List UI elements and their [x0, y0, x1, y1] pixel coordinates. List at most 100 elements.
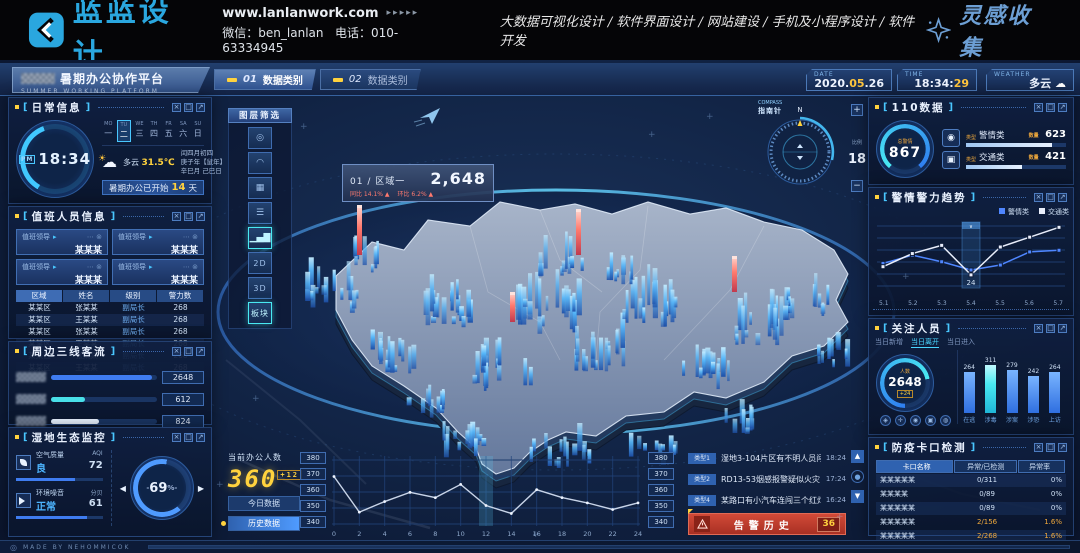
view-2d-button[interactable]: 2D — [248, 252, 272, 274]
checkpoint-detected: 0/89 — [955, 502, 1019, 515]
window-icon[interactable]: □ — [1046, 443, 1055, 452]
flow-fill — [51, 419, 99, 424]
today-data-button[interactable]: 今日数据 — [228, 496, 300, 511]
close-icon[interactable]: × — [1034, 324, 1043, 333]
svg-text:10: 10 — [457, 530, 465, 538]
history-data-button[interactable]: 历史数据 — [228, 516, 300, 531]
inspiration-collect[interactable]: 灵感收集 — [926, 0, 1052, 62]
expand-icon[interactable]: ↗ — [196, 347, 205, 356]
mini-icon[interactable]: ◉ — [910, 415, 921, 426]
close-icon[interactable]: × — [172, 433, 181, 442]
expand-icon[interactable]: ↗ — [1058, 193, 1067, 202]
window-icon[interactable]: □ — [1046, 103, 1055, 112]
window-icon[interactable]: □ — [1046, 324, 1055, 333]
checkpoint-header-cell: 异常/已检测 — [954, 460, 1017, 473]
persons-tab-1[interactable]: 当日新增 — [875, 337, 903, 348]
y-tick-box: 370 — [648, 468, 674, 480]
gauge-right-arrow[interactable]: ▶ — [198, 484, 204, 493]
expand-icon[interactable]: ↗ — [1058, 324, 1067, 333]
tab-01[interactable]: 01数据类别 — [214, 69, 316, 90]
window-icon[interactable]: □ — [1046, 193, 1055, 202]
duty-role: 值班领导▸⋯ ⊗ — [22, 232, 102, 242]
window-icon[interactable]: □ — [184, 103, 193, 112]
svg-text:12: 12 — [482, 530, 490, 538]
duty-header-cell: 区域 — [16, 290, 62, 302]
flow-value: 824 — [162, 415, 204, 428]
expand-icon[interactable]: ↗ — [1058, 443, 1067, 452]
gauge-left-arrow[interactable]: ◀ — [120, 484, 126, 493]
duty-name: 某某某 — [118, 273, 198, 286]
close-icon[interactable]: × — [172, 103, 181, 112]
weekday-SU[interactable]: SU日 — [191, 120, 204, 142]
office-stats: 当前办公人数 360+12 今日数据历史数据 — [228, 452, 302, 531]
weather-cloud-icon: ☀☁ — [102, 155, 117, 170]
duty-card[interactable]: 值班领导▸⋯ ⊗某某某 — [112, 259, 204, 285]
checkpoint-rate: 1.6% — [1019, 516, 1066, 529]
tab-02[interactable]: 02数据类别 — [320, 69, 421, 90]
bar — [1049, 372, 1060, 413]
panel-title: 防疫卡口检测 — [892, 440, 967, 455]
camera-layer-button[interactable]: ◎ — [248, 127, 272, 149]
zoom-out-button[interactable]: − — [851, 180, 863, 192]
expand-icon[interactable]: ↗ — [196, 212, 205, 221]
svg-text:N: N — [797, 106, 802, 114]
duty-card[interactable]: 值班领导▸⋯ ⊗某某某 — [16, 229, 108, 255]
weekday-TU[interactable]: TU二 — [117, 120, 132, 142]
weekday-TH[interactable]: TH四 — [148, 120, 161, 142]
office-count-value: 360+12 — [228, 463, 302, 491]
site-url[interactable]: www.lanlanwork.com — [222, 6, 378, 21]
weekday-WE[interactable]: WE三 — [133, 120, 146, 142]
weekday-MO[interactable]: MO一 — [102, 120, 115, 142]
close-icon[interactable]: × — [1034, 193, 1043, 202]
duty-card[interactable]: 值班领导▸⋯ ⊗某某某 — [16, 259, 108, 285]
zoom-in-button[interactable]: + — [851, 104, 863, 116]
office-count-label: 当前办公人数 — [228, 452, 302, 463]
weekday-FR[interactable]: FR五 — [162, 120, 175, 142]
tab-marker-icon — [227, 78, 237, 82]
persons-tab-3[interactable]: 当日进入 — [947, 337, 975, 348]
signal-layer-button[interactable]: ◠ — [248, 152, 272, 174]
close-icon[interactable]: × — [172, 347, 181, 356]
window-icon[interactable]: □ — [184, 347, 193, 356]
barchart-layer-button[interactable]: ▁▄▇ — [248, 227, 272, 249]
close-icon[interactable]: × — [1034, 443, 1043, 452]
weekday-cn: 五 — [162, 128, 175, 139]
data-mode-buttons: 今日数据历史数据 — [228, 496, 302, 531]
duty-cell: 张某某 — [63, 302, 110, 314]
alert-row[interactable]: 类型4某路口有小汽车连闯三个红灯16:24 — [688, 492, 846, 508]
grid-layer-button[interactable]: ▦ — [248, 177, 272, 199]
scroll-dot-icon[interactable]: ● — [851, 470, 864, 483]
trend-x-axis: 5.15.25.35.45.55.65.7 — [869, 300, 1073, 307]
panel-title: 湿地生态监控 — [32, 430, 107, 445]
alarm-history-label: 告警历史 — [710, 517, 817, 532]
alert-row[interactable]: 类型2RD13-53烟感报警疑似火灾17:24 — [688, 471, 846, 487]
duty-card[interactable]: 值班领导▸⋯ ⊗某某某 — [112, 229, 204, 255]
scroll-down-icon[interactable]: ▼ — [851, 490, 864, 503]
mini-icon[interactable]: ◍ — [940, 415, 951, 426]
checkpoint-detected: 2/156 — [955, 516, 1019, 529]
expand-icon[interactable]: ↗ — [196, 433, 205, 442]
y-tick-box: 380 — [648, 452, 674, 464]
alert-tag: 类型2 — [688, 474, 716, 485]
window-icon[interactable]: □ — [184, 433, 193, 442]
close-icon[interactable]: × — [172, 212, 181, 221]
window-icon[interactable]: □ — [184, 212, 193, 221]
expand-icon[interactable]: ↗ — [196, 103, 205, 112]
y-tick-box: 350 — [300, 500, 326, 512]
weekday-SA[interactable]: SA六 — [177, 120, 190, 142]
mini-icon[interactable]: ◈ — [880, 415, 891, 426]
trend-x-tick: 5.1 — [879, 300, 889, 307]
list-layer-button[interactable]: ☰ — [248, 202, 272, 224]
close-icon[interactable]: × — [1034, 103, 1043, 112]
legend-警情类[interactable]: 警情类 — [999, 207, 1029, 217]
mini-icon[interactable]: ▣ — [925, 415, 936, 426]
scroll-up-icon[interactable]: ▲ — [851, 450, 864, 463]
alarm-history-banner[interactable]: 告警历史 36 — [688, 513, 846, 535]
expand-icon[interactable]: ↗ — [1058, 103, 1067, 112]
persons-tab-2[interactable]: 当日离开 — [911, 337, 939, 348]
legend-交通类[interactable]: 交通类 — [1039, 207, 1069, 217]
blocks-layer-button[interactable]: 板块 — [248, 302, 272, 324]
alert-row[interactable]: 类型1湿地3-104片区有不明人员闯入18:24 — [688, 450, 846, 466]
mini-icon[interactable]: ✛ — [895, 415, 906, 426]
view-3d-button[interactable]: 3D — [248, 277, 272, 299]
